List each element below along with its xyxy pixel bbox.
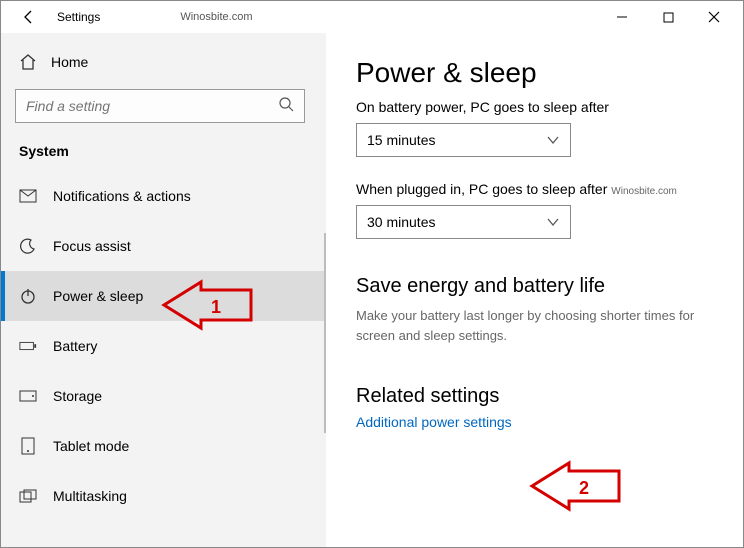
multitasking-icon bbox=[19, 489, 37, 503]
back-button[interactable] bbox=[7, 9, 51, 25]
plugged-sleep-dropdown[interactable]: 30 minutes bbox=[356, 205, 571, 239]
search-box[interactable] bbox=[15, 89, 305, 123]
tablet-icon bbox=[19, 437, 37, 455]
minimize-button[interactable] bbox=[599, 1, 645, 33]
chevron-down-icon bbox=[546, 214, 560, 230]
nav-item-notifications[interactable]: Notifications & actions bbox=[1, 171, 326, 221]
save-energy-heading: Save energy and battery life bbox=[356, 275, 713, 298]
nav-label: Storage bbox=[53, 388, 102, 404]
home-label: Home bbox=[51, 54, 88, 70]
page-heading: Power & sleep bbox=[356, 57, 713, 89]
moon-icon bbox=[19, 238, 37, 254]
battery-sleep-label: On battery power, PC goes to sleep after bbox=[356, 99, 713, 115]
main-panel: Power & sleep On battery power, PC goes … bbox=[326, 33, 743, 547]
storage-icon bbox=[19, 390, 37, 402]
nav-label: Power & sleep bbox=[53, 288, 143, 304]
battery-sleep-value: 15 minutes bbox=[367, 132, 435, 148]
save-energy-desc: Make your battery last longer by choosin… bbox=[356, 306, 713, 345]
nav-item-multitasking[interactable]: Multitasking bbox=[1, 471, 326, 521]
plugged-sleep-label-text: When plugged in, PC goes to sleep after bbox=[356, 181, 607, 197]
svg-text:2: 2 bbox=[579, 478, 589, 498]
power-icon bbox=[19, 288, 37, 304]
nav-label: Tablet mode bbox=[53, 438, 129, 454]
plugged-sleep-value: 30 minutes bbox=[367, 214, 435, 230]
home-icon bbox=[19, 53, 37, 71]
nav-item-power-sleep[interactable]: Power & sleep bbox=[1, 271, 326, 321]
battery-sleep-dropdown[interactable]: 15 minutes bbox=[356, 123, 571, 157]
nav-item-battery[interactable]: Battery bbox=[1, 321, 326, 371]
nav-label: Notifications & actions bbox=[53, 188, 191, 204]
nav-label: Battery bbox=[53, 338, 97, 354]
close-button[interactable] bbox=[691, 1, 737, 33]
plugged-sleep-label: When plugged in, PC goes to sleep after … bbox=[356, 181, 713, 197]
nav-item-focus-assist[interactable]: Focus assist bbox=[1, 221, 326, 271]
annotation-arrow-2: 2 bbox=[524, 461, 624, 516]
battery-icon bbox=[19, 340, 37, 352]
sidebar-home[interactable]: Home bbox=[15, 47, 312, 89]
window-title: Settings bbox=[57, 10, 100, 24]
notifications-icon bbox=[19, 189, 37, 203]
watermark-title: Winosbite.com bbox=[180, 11, 252, 23]
watermark-inline: Winosbite.com bbox=[611, 186, 677, 197]
section-label: System bbox=[19, 143, 308, 159]
search-input[interactable] bbox=[26, 98, 278, 114]
nav-label: Multitasking bbox=[53, 488, 127, 504]
sidebar: Home System Notifications & actions bbox=[1, 33, 326, 547]
nav-item-storage[interactable]: Storage bbox=[1, 371, 326, 421]
nav-label: Focus assist bbox=[53, 238, 131, 254]
titlebar: Settings Winosbite.com bbox=[1, 1, 743, 33]
search-icon bbox=[278, 96, 294, 117]
nav-item-tablet-mode[interactable]: Tablet mode bbox=[1, 421, 326, 471]
chevron-down-icon bbox=[546, 132, 560, 148]
maximize-button[interactable] bbox=[645, 1, 691, 33]
related-heading: Related settings bbox=[356, 385, 713, 408]
additional-power-settings-link[interactable]: Additional power settings bbox=[356, 414, 512, 430]
nav-list: Notifications & actions Focus assist Pow… bbox=[1, 171, 326, 521]
